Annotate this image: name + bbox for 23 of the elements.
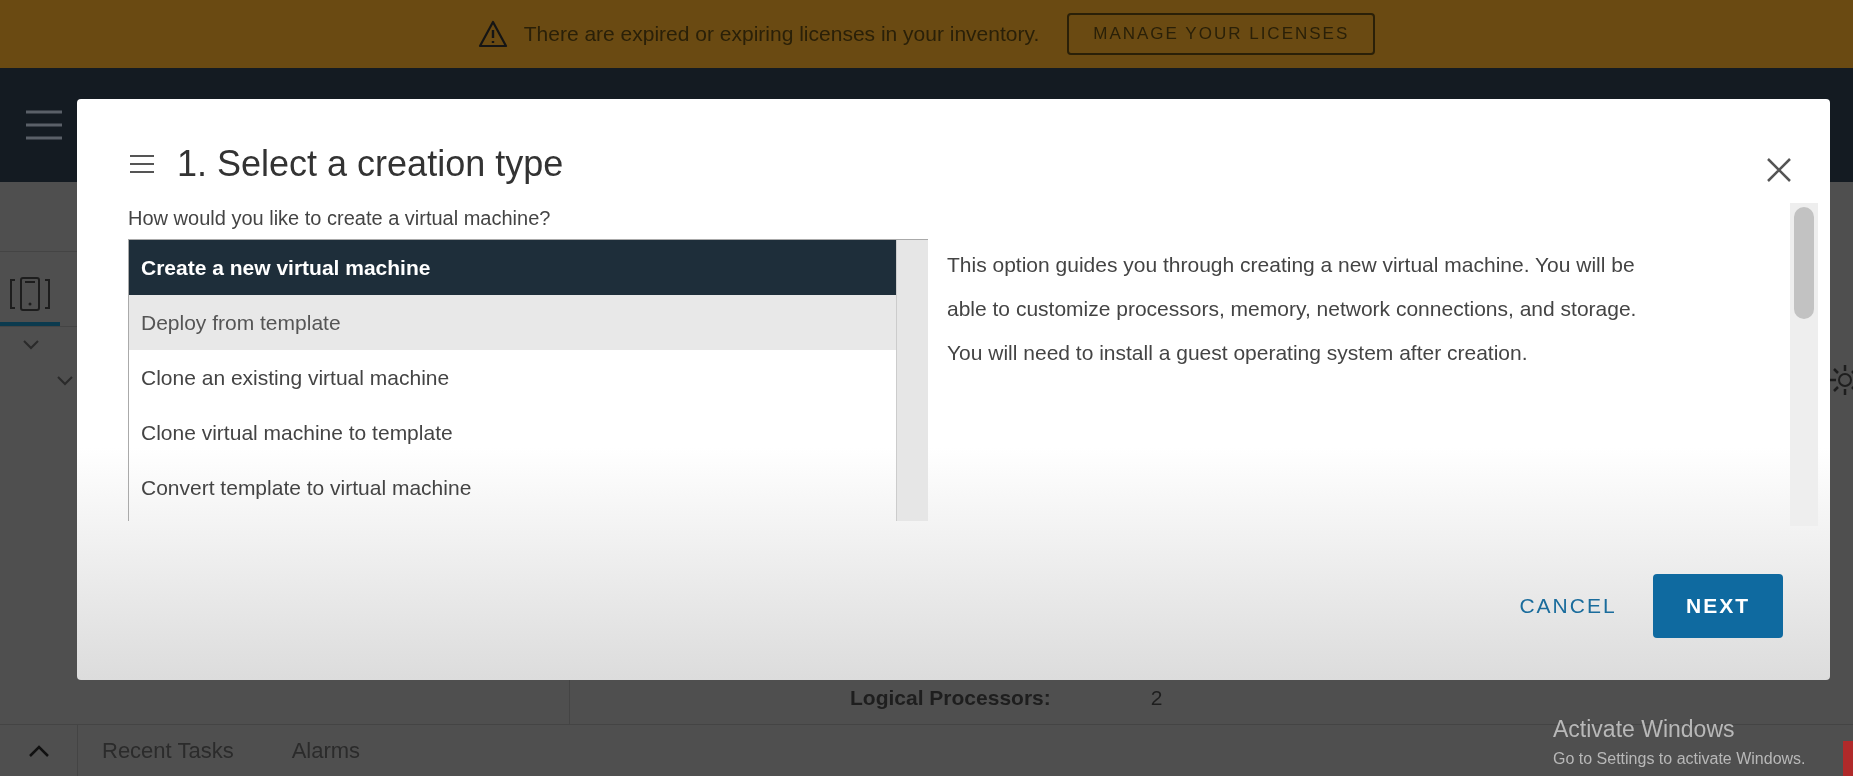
chevron-down-icon[interactable] bbox=[22, 339, 40, 351]
option-item[interactable]: Create a new virtual machine bbox=[129, 240, 897, 295]
close-icon[interactable] bbox=[1766, 157, 1792, 183]
next-button[interactable]: NEXT bbox=[1653, 574, 1783, 638]
activation-title: Activate Windows bbox=[1553, 715, 1736, 744]
chevron-up-icon[interactable] bbox=[27, 743, 50, 758]
option-item[interactable]: Convert template to virtual machine bbox=[129, 460, 897, 515]
question-text: How would you like to create a virtual machine? bbox=[128, 206, 552, 231]
taskbar-edge bbox=[1843, 741, 1853, 776]
option-item[interactable]: Clone virtual machine to template bbox=[129, 405, 897, 460]
gear-icon[interactable] bbox=[1827, 362, 1853, 398]
chevron-down-icon[interactable] bbox=[56, 375, 74, 387]
option-item[interactable]: Deploy from template bbox=[129, 295, 897, 350]
cancel-button[interactable]: CANCEL bbox=[1503, 574, 1633, 638]
activation-text: Go to Settings to activate Windows. bbox=[1553, 748, 1806, 769]
menu-icon[interactable] bbox=[129, 154, 155, 174]
license-warning-text: There are expired or expiring licenses in your inventory. bbox=[523, 21, 1040, 48]
option-description: This option guides you through creating a new virtual machine. You will be able to customize processors, memory, network connections, and storage. You will need to install a guest operating system after creation. bbox=[947, 252, 1637, 366]
device-icon bbox=[9, 276, 51, 312]
scrollbar-thumb[interactable] bbox=[1794, 207, 1814, 319]
option-item[interactable]: Clone an existing virtual machine bbox=[129, 350, 897, 405]
dialog-title: 1. Select a creation type bbox=[177, 142, 564, 186]
warning-icon bbox=[477, 20, 508, 48]
